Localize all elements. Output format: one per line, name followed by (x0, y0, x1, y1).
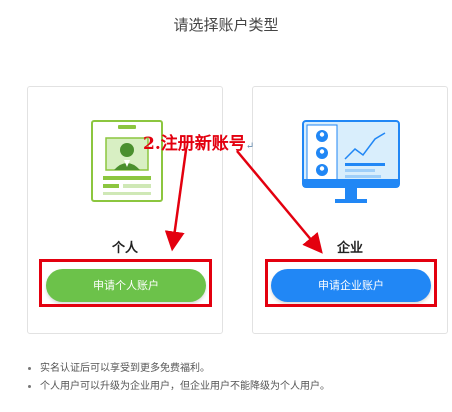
note-item: 个人用户可以升级为企业用户，但企业用户不能降级为个人用户。 (28, 378, 330, 396)
note-item: 实名认证后可以享受到更多免费福利。 (28, 360, 330, 378)
arrow-to-personal (164, 149, 188, 252)
notes-list: 实名认证后可以享受到更多免费福利。 个人用户可以升级为企业用户，但企业用户不能降… (28, 360, 330, 396)
annotation-arrows (164, 149, 323, 254)
arrow-to-enterprise (236, 150, 323, 254)
